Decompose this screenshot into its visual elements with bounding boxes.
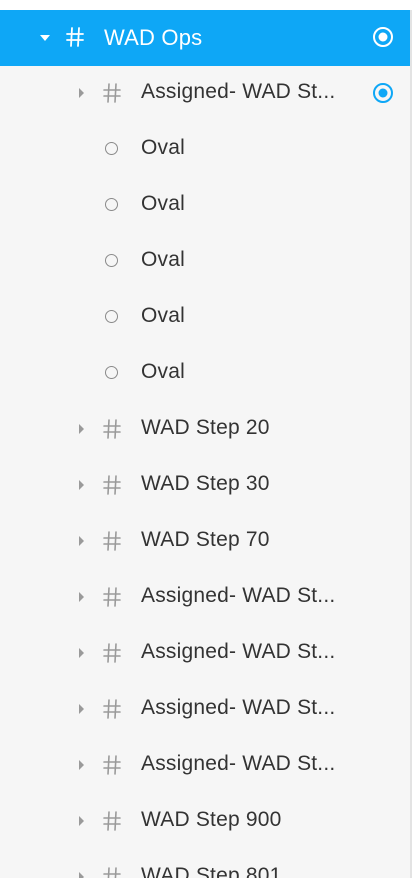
disclosure-collapsed-icon[interactable] bbox=[79, 816, 84, 826]
disclosure-collapsed-icon[interactable] bbox=[79, 760, 84, 770]
layer-label: Oval bbox=[141, 248, 185, 271]
layer-row-artboard[interactable]: Assigned- WAD St... bbox=[0, 738, 410, 794]
layer-label: Oval bbox=[141, 360, 185, 383]
visibility-target-icon[interactable] bbox=[372, 82, 394, 104]
layer-row-wad-ops[interactable]: WAD Ops bbox=[0, 10, 410, 66]
layer-label: Oval bbox=[141, 192, 185, 215]
layer-label: Oval bbox=[141, 304, 185, 327]
artboard-hash-icon bbox=[103, 531, 121, 551]
oval-shape-icon bbox=[105, 142, 118, 155]
visibility-target-icon[interactable] bbox=[372, 26, 394, 48]
layers-panel: WAD Ops Assigned- WAD St... Oval Oval Oval O… bbox=[0, 0, 412, 878]
oval-shape-icon bbox=[105, 254, 118, 267]
layer-label: WAD Step 801 bbox=[141, 864, 282, 878]
disclosure-collapsed-icon[interactable] bbox=[79, 480, 84, 490]
layer-row-artboard[interactable]: WAD Step 20 bbox=[0, 402, 410, 458]
artboard-hash-icon bbox=[103, 643, 121, 663]
artboard-hash-icon bbox=[103, 83, 121, 103]
oval-shape-icon bbox=[105, 310, 118, 323]
artboard-hash-icon bbox=[103, 699, 121, 719]
layer-row-artboard[interactable]: Assigned- WAD St... bbox=[0, 570, 410, 626]
artboard-hash-icon bbox=[103, 755, 121, 775]
disclosure-expanded-icon[interactable] bbox=[40, 35, 50, 41]
layer-row-artboard[interactable]: Assigned- WAD St... bbox=[0, 682, 410, 738]
layer-label: WAD Step 30 bbox=[141, 472, 270, 495]
layer-label: WAD Step 20 bbox=[141, 416, 270, 439]
disclosure-collapsed-icon[interactable] bbox=[79, 592, 84, 602]
artboard-hash-icon bbox=[103, 475, 121, 495]
layer-row-oval[interactable]: Oval bbox=[0, 290, 410, 346]
artboard-hash-icon bbox=[103, 811, 121, 831]
artboard-hash-icon bbox=[66, 27, 84, 47]
layer-row-artboard[interactable]: WAD Step 801 bbox=[0, 850, 410, 878]
layer-label: WAD Ops bbox=[104, 25, 203, 50]
disclosure-collapsed-icon[interactable] bbox=[79, 872, 84, 878]
layer-label: WAD Step 900 bbox=[141, 808, 282, 831]
layer-row-oval[interactable]: Oval bbox=[0, 234, 410, 290]
oval-shape-icon bbox=[105, 198, 118, 211]
disclosure-collapsed-icon[interactable] bbox=[79, 424, 84, 434]
layer-row-artboard[interactable]: WAD Step 70 bbox=[0, 514, 410, 570]
layer-label: Assigned- WAD St... bbox=[141, 696, 336, 719]
layer-label: Oval bbox=[141, 136, 185, 159]
layer-label: WAD Step 70 bbox=[141, 528, 270, 551]
layer-row-artboard[interactable]: WAD Step 30 bbox=[0, 458, 410, 514]
layer-label: Assigned- WAD St... bbox=[141, 584, 336, 607]
layer-label: Assigned- WAD St... bbox=[141, 752, 336, 775]
layer-row-artboard[interactable]: Assigned- WAD St... bbox=[0, 626, 410, 682]
layer-row-oval[interactable]: Oval bbox=[0, 346, 410, 402]
artboard-hash-icon bbox=[103, 587, 121, 607]
disclosure-collapsed-icon[interactable] bbox=[79, 648, 84, 658]
disclosure-collapsed-icon[interactable] bbox=[79, 88, 84, 98]
artboard-hash-icon bbox=[103, 419, 121, 439]
layer-row-artboard[interactable]: Assigned- WAD St... bbox=[0, 66, 410, 122]
layer-label: Assigned- WAD St... bbox=[141, 80, 336, 103]
disclosure-collapsed-icon[interactable] bbox=[79, 704, 84, 714]
layer-row-artboard[interactable]: WAD Step 900 bbox=[0, 794, 410, 850]
artboard-hash-icon bbox=[103, 867, 121, 878]
layer-row-oval[interactable]: Oval bbox=[0, 122, 410, 178]
disclosure-collapsed-icon[interactable] bbox=[79, 536, 84, 546]
oval-shape-icon bbox=[105, 366, 118, 379]
layer-label: Assigned- WAD St... bbox=[141, 640, 336, 663]
layer-row-oval[interactable]: Oval bbox=[0, 178, 410, 234]
